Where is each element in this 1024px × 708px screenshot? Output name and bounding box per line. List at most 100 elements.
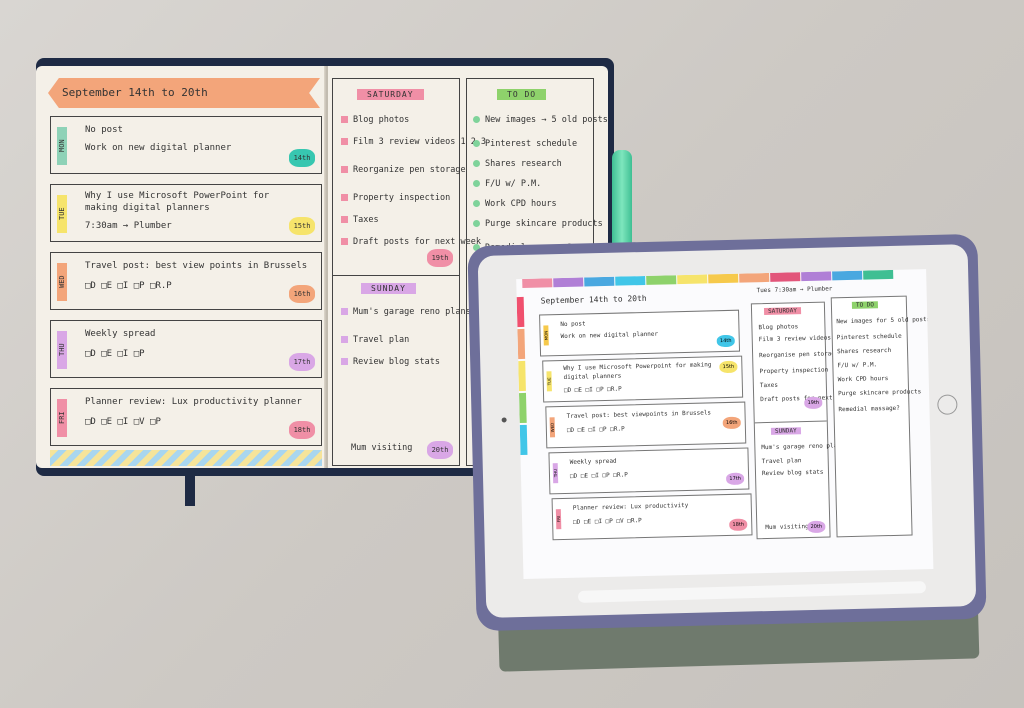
- side-tab[interactable]: [518, 360, 526, 392]
- bookmark-ribbon: [185, 470, 195, 506]
- todo-item: New images → 5 old posts: [473, 115, 608, 125]
- saturday-item: Property inspection: [341, 193, 450, 203]
- day-tag: FRI: [555, 509, 562, 530]
- todo-item: Purge skincare products: [473, 219, 603, 229]
- top-tab[interactable]: [863, 269, 894, 280]
- top-tab[interactable]: [770, 272, 801, 282]
- day-box-thu: THU Weekly spread □D □E □I □P 17th: [50, 320, 322, 378]
- todo-item: Work CPD hours: [837, 375, 889, 384]
- day-line: □D □E □I □P □V □R.P: [573, 517, 642, 526]
- date-badge: 16th: [289, 285, 315, 303]
- todo-item: Shares research: [836, 346, 892, 356]
- side-tab-bar: [516, 296, 528, 457]
- day-line: No post: [85, 125, 123, 135]
- planner-weekend-column[interactable]: SATURDAY Blog photos Film 3 review video…: [750, 301, 851, 540]
- side-tab[interactable]: [519, 424, 528, 456]
- day-tag: WED: [57, 263, 67, 301]
- day-box-fri: FRI Planner review: Lux productivity pla…: [50, 388, 322, 446]
- date-badge: 17th: [725, 472, 745, 486]
- date-badge: 15th: [289, 217, 315, 235]
- planner-day-thu[interactable]: THU Weekly spread □D □E □I □P □R.P 17th: [548, 447, 750, 495]
- sunday-item: Mum's garage reno plans: [761, 442, 845, 452]
- saturday-item: Blog photos: [758, 323, 799, 332]
- todo-item: Remedial massage?: [838, 404, 900, 414]
- sunday-item: Review blog stats: [761, 468, 824, 478]
- saturday-item: Film 3 review videos: [758, 334, 832, 344]
- todo-item: F/U w/ P.M.: [837, 361, 878, 370]
- day-tag: TUE: [546, 371, 552, 392]
- day-line: making digital planners: [85, 203, 210, 213]
- day-line: digital planners: [563, 372, 622, 381]
- day-line: Planner review: Lux productivity: [572, 501, 689, 512]
- saturday-item: Reorganise pen storage: [759, 350, 839, 360]
- saturday-heading: SATURDAY: [763, 307, 802, 316]
- date-badge: 20th: [427, 441, 453, 459]
- day-line: □D □E □I □P □R.P: [566, 425, 625, 434]
- day-line: Planner review: Lux productivity planner: [85, 397, 302, 407]
- camera-icon: [501, 417, 507, 423]
- planner-day-fri[interactable]: FRI Planner review: Lux productivity □D …: [551, 493, 753, 541]
- day-line: □D □E □I □P □R.P: [85, 281, 172, 291]
- date-badge: 20th: [807, 520, 826, 534]
- date-badge: 14th: [716, 334, 735, 348]
- top-tab[interactable]: [615, 275, 646, 286]
- todo-item: Pinterest schedule: [836, 332, 902, 342]
- planner-day-tue[interactable]: TUE Why I use Microsoft Powerpoint for m…: [542, 355, 744, 403]
- todo-heading: TO DO: [851, 301, 879, 309]
- date-badge: 15th: [719, 360, 738, 374]
- day-line: Travel post: best view points in Brussel…: [85, 261, 308, 271]
- side-tab[interactable]: [518, 392, 527, 424]
- top-tab[interactable]: [522, 278, 553, 288]
- todo-item: F/U w/ P.M.: [473, 179, 541, 189]
- day-tag: THU: [552, 463, 559, 484]
- top-tab[interactable]: [677, 274, 708, 285]
- todo-item: Pinterest schedule: [473, 139, 577, 149]
- washi-tape-stripe: [50, 450, 322, 466]
- saturday-item: Draft posts for next week: [341, 237, 481, 247]
- planner-todo-column[interactable]: TO DO New images for 5 old posts Pintere…: [830, 295, 930, 538]
- planner-day-wed[interactable]: WED Travel post: best viewpoints in Brus…: [545, 401, 747, 449]
- day-box-mon: MON No post Work on new digital planner …: [50, 116, 322, 174]
- weekend-column: SATURDAY Blog photos Film 3 review video…: [332, 78, 486, 466]
- day-box-tue: TUE Why I use Microsoft PowerPoint for m…: [50, 184, 322, 242]
- sunday-heading: SUNDAY: [361, 283, 416, 294]
- tablet-bezel: September 14th to 20th Tues 7:30am → Plu…: [477, 244, 977, 618]
- date-badge: 18th: [729, 518, 748, 531]
- day-line: □D □E □I □V □P: [85, 417, 161, 427]
- sunday-heading: SUNDAY: [770, 427, 801, 435]
- planner-week-title: September 14th to 20th: [540, 293, 647, 306]
- date-badge: 18th: [289, 421, 315, 439]
- todo-item: New images for 5 old posts: [836, 316, 931, 326]
- day-line: Weekly spread: [569, 457, 617, 466]
- top-tab[interactable]: [553, 277, 584, 288]
- saturday-item: Blog photos: [341, 115, 409, 125]
- day-box-wed: WED Travel post: best view points in Bru…: [50, 252, 322, 310]
- day-tag: TUE: [57, 195, 67, 233]
- todo-heading: TO DO: [497, 89, 547, 100]
- top-tab[interactable]: [832, 270, 863, 281]
- side-tab[interactable]: [516, 296, 525, 328]
- day-line: □D □E □I □P □R.P: [563, 385, 622, 394]
- date-badge: 17th: [289, 353, 315, 371]
- todo-item: Work CPD hours: [473, 199, 557, 209]
- saturday-item: Taxes: [759, 381, 779, 390]
- sunday-note: Mum visiting: [765, 523, 809, 532]
- date-badge: 14th: [289, 149, 315, 167]
- top-tab[interactable]: [801, 271, 832, 282]
- planner-day-mon[interactable]: MON No post Work on new digital planner …: [539, 309, 741, 357]
- saturday-heading: SATURDAY: [357, 89, 424, 100]
- day-line: Work on new digital planner: [85, 143, 232, 153]
- side-tab[interactable]: [517, 328, 526, 360]
- plumber-note: Tues 7:30am → Plumber: [756, 285, 833, 295]
- day-line: Why I use Microsoft PowerPoint for: [85, 191, 270, 201]
- saturday-item: Film 3 review videos 1 2 3: [341, 137, 486, 147]
- top-tab[interactable]: [646, 275, 677, 285]
- home-button[interactable]: [937, 394, 958, 415]
- divider: [754, 420, 827, 424]
- date-badge: 19th: [427, 249, 453, 267]
- top-tab[interactable]: [584, 276, 615, 287]
- top-tab[interactable]: [739, 272, 770, 283]
- sunday-note: Mum visiting: [351, 443, 413, 453]
- top-tab[interactable]: [708, 273, 739, 284]
- sunday-item: Travel plan: [761, 457, 802, 466]
